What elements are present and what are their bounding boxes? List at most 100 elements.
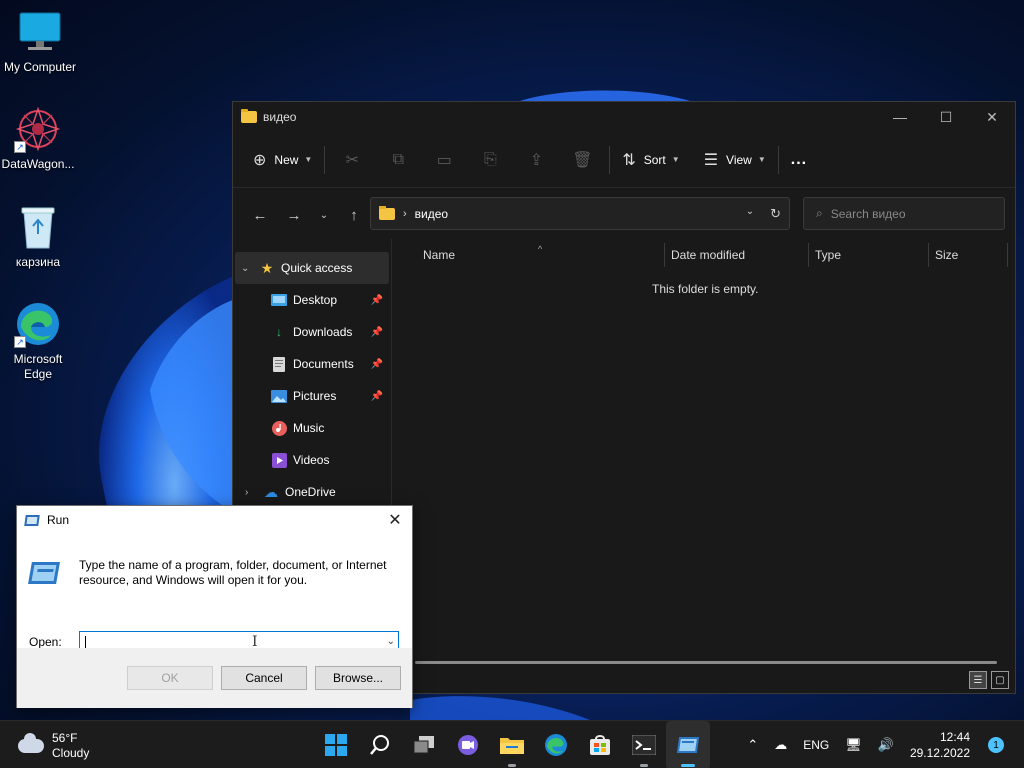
store-taskbar-button[interactable] — [578, 721, 622, 768]
column-headers: Name ^ Date modified Type Size — [392, 239, 1015, 271]
desktop-icon-label: DataWagon... — [1, 157, 75, 171]
back-button[interactable]: ← — [243, 199, 277, 231]
desktop-icon-label: Microsoft Edge — [13, 352, 63, 381]
clock-time: 12:44 — [939, 730, 970, 744]
sidebar-item-music[interactable]: Music — [235, 412, 389, 444]
large-icons-view-icon[interactable]: ▢ — [991, 671, 1009, 689]
explorer-title-bar[interactable]: видео — ☐ ✕ — [233, 102, 1015, 132]
pin-icon[interactable]: 📌 — [371, 327, 383, 338]
maximize-button[interactable]: ☐ — [923, 102, 969, 132]
search-box[interactable]: ⌕ Search видео — [803, 197, 1005, 230]
terminal-taskbar-button[interactable] — [622, 721, 666, 768]
cancel-button[interactable]: Cancel — [221, 666, 307, 690]
shortcut-arrow-icon: ↗ — [14, 336, 26, 348]
column-header-date-modified[interactable]: Date modified — [671, 239, 745, 271]
chevron-down-icon: ⌄ — [319, 209, 329, 221]
desktop-icon-edge[interactable]: ↗ Microsoft Edge — [0, 300, 78, 382]
share-button[interactable]: ⇪ — [513, 144, 559, 176]
network-icon[interactable]: 🖥 — [845, 737, 862, 753]
close-button[interactable]: ✕ — [969, 102, 1015, 132]
run-taskbar-button[interactable] — [666, 721, 710, 768]
delete-button[interactable]: 🗑 — [559, 144, 605, 176]
run-title-bar[interactable]: Run — [17, 506, 412, 534]
new-button[interactable]: ⊕ New ▼ — [245, 144, 320, 176]
chat-button[interactable] — [446, 721, 490, 768]
address-history-chevron-icon[interactable]: ⌄ — [746, 206, 754, 222]
cut-button[interactable]: ✂ — [329, 144, 375, 176]
videos-icon — [271, 452, 287, 468]
sidebar-item-label: Pictures — [293, 389, 337, 403]
copy-button[interactable]: ⧉ — [375, 144, 421, 176]
pin-icon[interactable]: 📌 — [371, 359, 383, 370]
details-view-icon[interactable]: ☰ — [969, 671, 987, 689]
sidebar-item-quick-access[interactable]: ⌄ ★ Quick access — [235, 252, 389, 284]
run-program-icon — [28, 562, 60, 584]
column-divider[interactable] — [928, 243, 929, 267]
weather-widget[interactable]: 56°F Cloudy — [18, 731, 89, 761]
trash-icon: 🗑 — [572, 151, 593, 169]
sidebar-item-downloads[interactable]: ↓ Downloads 📌 — [235, 316, 389, 348]
sort-button[interactable]: ⇅ Sort ▼ — [614, 144, 687, 176]
sidebar-item-videos[interactable]: Videos — [235, 444, 389, 476]
column-header-type[interactable]: Type — [815, 239, 841, 271]
run-body: Type the name of a program, folder, docu… — [17, 534, 412, 655]
sort-icon: ⇅ — [622, 151, 636, 169]
minimize-button[interactable]: — — [877, 102, 923, 132]
browse-button[interactable]: Browse... — [315, 666, 401, 690]
download-icon: ↓ — [276, 325, 282, 339]
breadcrumb[interactable]: видео — [415, 207, 448, 221]
desktop-icon-my-computer[interactable]: My Computer — [0, 8, 80, 75]
start-button[interactable] — [314, 721, 358, 768]
pictures-icon — [271, 388, 287, 404]
more-options-button[interactable]: ... — [783, 144, 815, 176]
language-indicator[interactable]: ENG — [803, 738, 829, 752]
file-explorer-taskbar-button[interactable] — [490, 721, 534, 768]
recent-locations-button[interactable]: ⌄ — [311, 199, 337, 231]
close-button[interactable]: ✕ — [384, 510, 406, 530]
notification-badge[interactable]: 1 — [988, 737, 1004, 753]
chevron-down-icon[interactable]: ⌄ — [387, 636, 395, 647]
sidebar-item-label: Desktop — [293, 293, 338, 307]
paste-button[interactable]: ▭ — [421, 144, 467, 176]
search-placeholder: Search видео — [830, 206, 906, 221]
rename-button[interactable]: ⎘ — [467, 144, 513, 176]
pin-icon[interactable]: 📌 — [371, 295, 383, 306]
task-view-icon — [413, 736, 434, 754]
desktop-icon-recycle-bin[interactable]: карзина — [0, 203, 78, 270]
shortcut-arrow-icon: ↗ — [14, 141, 26, 153]
column-header-name[interactable]: Name — [423, 239, 455, 271]
monitor-icon — [16, 8, 64, 56]
clock[interactable]: 12:44 29.12.2022 — [910, 729, 970, 761]
sidebar-item-documents[interactable]: Documents 📌 — [235, 348, 389, 380]
sidebar-item-pictures[interactable]: Pictures 📌 — [235, 380, 389, 412]
volume-icon[interactable]: 🔊 — [878, 737, 894, 753]
refresh-icon[interactable]: ↻ — [770, 206, 781, 222]
view-button[interactable]: ☰ View ▼ — [696, 144, 774, 176]
weather-condition: Cloudy — [52, 746, 90, 760]
column-divider[interactable] — [808, 243, 809, 267]
arrow-up-icon: ↑ — [350, 206, 358, 224]
up-button[interactable]: ↑ — [337, 199, 371, 231]
edge-icon — [545, 734, 567, 756]
datawagon-icon: ↗ — [14, 105, 62, 153]
column-header-size[interactable]: Size — [935, 239, 958, 271]
forward-button[interactable]: → — [277, 199, 311, 231]
horizontal-scrollbar[interactable] — [415, 661, 997, 664]
address-bar[interactable]: › видео ⌄ ↻ — [370, 197, 790, 230]
column-divider[interactable] — [1007, 243, 1008, 267]
cloud-icon — [18, 733, 44, 753]
chevron-up-icon[interactable]: ⌃ — [747, 737, 758, 753]
search-taskbar-button[interactable] — [358, 721, 402, 768]
sidebar-item-label: Quick access — [281, 261, 353, 275]
desktop-icon-datawagon[interactable]: ↗ DataWagon... — [0, 105, 78, 172]
task-view-button[interactable] — [402, 721, 446, 768]
sidebar-item-onedrive[interactable]: › ☁ OneDrive — [235, 476, 389, 498]
edge-taskbar-button[interactable] — [534, 721, 578, 768]
ok-button[interactable]: OK — [127, 666, 213, 690]
onedrive-tray-icon[interactable]: ☁ — [774, 737, 787, 753]
column-divider[interactable] — [664, 243, 665, 267]
edge-icon: ↗ — [14, 300, 62, 348]
pin-icon[interactable]: 📌 — [371, 391, 383, 402]
sidebar-item-label: Music — [293, 421, 325, 435]
sidebar-item-desktop[interactable]: Desktop 📌 — [235, 284, 389, 316]
